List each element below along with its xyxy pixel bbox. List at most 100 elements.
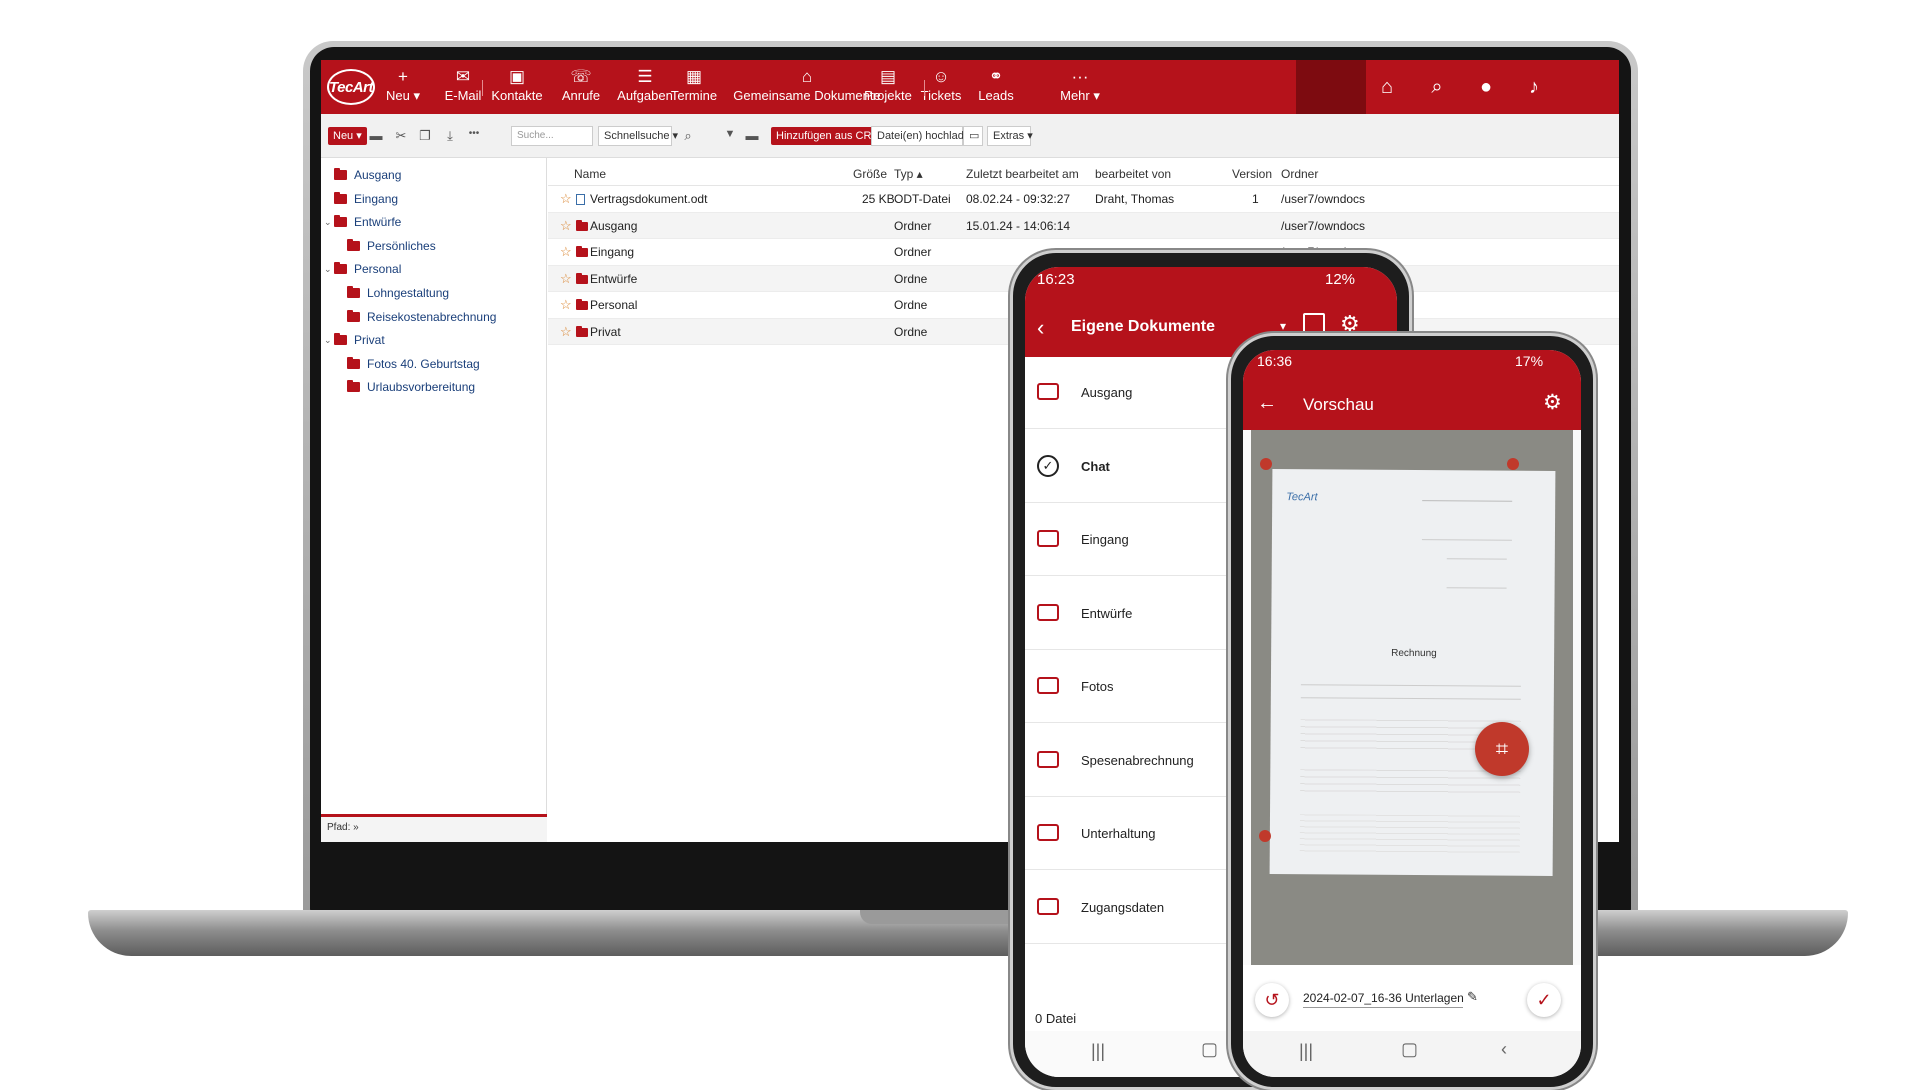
bell-icon[interactable]: ♪ xyxy=(1519,72,1549,102)
nav-item-leads[interactable]: ⚭ Leads xyxy=(966,66,1026,110)
expand-caret-icon[interactable]: ⌄ xyxy=(324,213,332,231)
back-arrow-icon[interactable]: ‹ xyxy=(1037,315,1044,341)
filter-icon[interactable]: ▼ xyxy=(721,128,739,140)
tree-node[interactable]: ⌄ Personal xyxy=(324,260,401,278)
tree-node[interactable]: ⌄ Privat xyxy=(324,331,385,349)
col-editor[interactable]: bearbeitet von xyxy=(1095,167,1171,181)
favorite-star-icon[interactable]: ☆ xyxy=(560,218,572,234)
back-nav-icon[interactable]: ‹ xyxy=(1501,1039,1507,1060)
col-name[interactable]: Name xyxy=(574,167,606,181)
home-button-icon[interactable]: ▢ xyxy=(1401,1039,1418,1060)
new-button[interactable]: Neu ▾ xyxy=(328,127,367,145)
filename-field[interactable]: 2024-02-07_16-36 Unterlagen xyxy=(1303,991,1464,1008)
folder-icon xyxy=(576,246,588,257)
tree-node[interactable]: Eingang xyxy=(334,190,398,208)
recents-icon[interactable]: ||| xyxy=(1299,1041,1313,1062)
expand-caret-icon[interactable]: ⌄ xyxy=(324,260,332,278)
tree-node[interactable]: Reisekostenabrechnung xyxy=(347,308,496,326)
quick-search-dropdown[interactable]: Schnellsuche ▾ xyxy=(598,126,678,146)
crop-handle-bottom-left[interactable] xyxy=(1259,830,1271,842)
favorite-star-icon[interactable]: ☆ xyxy=(560,244,572,260)
col-modified[interactable]: Zuletzt bearbeitet am xyxy=(966,167,1079,181)
folder-upload-icon[interactable]: ▭ xyxy=(963,126,983,146)
tecart-logo[interactable]: TecArt xyxy=(327,69,375,105)
upload-button[interactable]: Datei(en) hochladen xyxy=(871,126,976,146)
nav-item-projekte[interactable]: ▤ Projekte xyxy=(858,66,918,110)
col-size[interactable]: Größe xyxy=(853,167,887,181)
new-folder-icon[interactable]: ▬ xyxy=(367,128,385,143)
search-icon[interactable]: ⌕ xyxy=(679,128,697,144)
more-actions-icon[interactable]: ••• xyxy=(465,128,483,139)
phone2-navbar: ||| ▢ ‹ xyxy=(1243,1031,1581,1077)
search-input[interactable]: Suche... xyxy=(511,126,593,146)
cut-icon[interactable]: ✂ xyxy=(392,128,410,144)
nav-item-mehr[interactable]: ··· Mehr ▾ xyxy=(1050,66,1110,110)
nav-item-termine[interactable]: ▦ Termine xyxy=(664,66,724,110)
document-file-icon xyxy=(576,194,585,205)
phone-list-label: Entwürfe xyxy=(1081,605,1133,621)
nav-item-kontakte[interactable]: ▣ Kontakte xyxy=(481,66,553,110)
rotate-icon[interactable]: ↺ xyxy=(1255,983,1289,1017)
dropdown-caret-icon[interactable]: ▾ xyxy=(1280,319,1286,333)
cell-type: Ordne xyxy=(894,324,928,339)
favorite-star-icon[interactable]: ☆ xyxy=(560,271,572,287)
folder-icon xyxy=(334,333,347,346)
tree-node[interactable]: Fotos 40. Geburtstag xyxy=(347,355,480,373)
nav-item-anrufe[interactable]: ☏ Anrufe xyxy=(553,66,609,110)
cell-editor: Draht, Thomas xyxy=(1095,192,1175,206)
settings-gear-icon[interactable]: ⚙ xyxy=(1543,390,1562,415)
tree-node[interactable]: Lohngestaltung xyxy=(347,284,449,302)
expand-caret-icon[interactable]: ⌄ xyxy=(324,331,332,349)
phone2-appbar: 16:36 17% ← Vorschau ⚙ xyxy=(1243,350,1581,430)
tree-node[interactable]: ⌄ Entwürfe xyxy=(324,213,401,231)
copy-icon[interactable]: ❐ xyxy=(416,128,434,144)
table-row[interactable]: ☆ Ausgang Ordner 15.01.24 - 14:06:14/user7/… xyxy=(548,212,1619,239)
home-icon[interactable]: ⌂ xyxy=(1372,72,1402,102)
cell-version: 1 xyxy=(1252,192,1259,206)
recents-icon[interactable]: ||| xyxy=(1091,1041,1105,1062)
col-type[interactable]: Typ ▴ xyxy=(894,167,923,181)
tree-node-label: Lohngestaltung xyxy=(367,286,450,300)
crop-handle-top-left[interactable] xyxy=(1260,458,1272,470)
nav-item-tickets[interactable]: ☺ Tickets xyxy=(911,66,971,110)
cell-type: Ordner xyxy=(894,218,932,233)
favorite-star-icon[interactable]: ☆ xyxy=(560,297,572,313)
favorite-star-icon[interactable]: ☆ xyxy=(560,191,572,207)
home-button-icon[interactable]: ▢ xyxy=(1201,1039,1218,1060)
nav-item-neu[interactable]: + Neu ▾ xyxy=(373,66,433,110)
cell-name: Vertragsdokument.odt xyxy=(590,192,708,206)
tree-node-label: Fotos 40. Geburtstag xyxy=(367,356,480,371)
edit-pencil-icon[interactable]: ✎ xyxy=(1467,989,1478,1005)
phone-list-label: Spesenabrechnung xyxy=(1081,752,1194,768)
phone1-time: 16:23 xyxy=(1037,271,1075,288)
nav-item-label: Termine xyxy=(670,88,718,103)
phone-list-label: Eingang xyxy=(1081,532,1129,547)
crop-handle-top-right[interactable] xyxy=(1507,458,1519,470)
tree-node[interactable]: Urlaubsvorbereitung xyxy=(347,378,475,396)
search-icon[interactable]: ⌕ xyxy=(1422,72,1452,102)
phone1-file-count: 0 Datei xyxy=(1035,1011,1077,1026)
folder-icon[interactable]: ▬ xyxy=(743,128,761,143)
download-icon[interactable]: ⤓ xyxy=(441,128,459,144)
tree-node[interactable]: Persönliches xyxy=(347,237,436,255)
document-footer xyxy=(1299,814,1521,856)
chat-icon[interactable]: ● xyxy=(1471,72,1501,102)
favorite-star-icon[interactable]: ☆ xyxy=(560,324,572,340)
col-folder[interactable]: Ordner xyxy=(1281,167,1318,181)
phone1-title[interactable]: Eigene Dokumente xyxy=(1071,318,1215,336)
folder-outline-icon xyxy=(1037,530,1059,547)
cell-folder: /user7/owndocs xyxy=(1281,192,1366,206)
tree-node[interactable]: Ausgang xyxy=(334,166,401,184)
cell-name: Privat xyxy=(590,324,621,339)
col-version[interactable]: Version xyxy=(1232,167,1272,181)
toolbar: Neu ▾ ▬ ✂ ❐ ⤓ ••• Suche... Schnellsuche … xyxy=(321,114,1619,158)
nav-item-label: Anrufe xyxy=(561,88,601,103)
folder-icon xyxy=(347,380,360,393)
back-arrow-icon[interactable]: ← xyxy=(1257,392,1277,415)
table-row[interactable]: ☆ Vertragsdokument.odt 25 KB ODT-Datei 08.02… xyxy=(548,186,1619,213)
confirm-check-icon[interactable]: ✓ xyxy=(1527,983,1561,1017)
add-from-crm-button[interactable]: Hinzufügen aus CRM xyxy=(771,127,886,145)
crop-button[interactable]: ⌗ xyxy=(1475,722,1529,776)
extras-dropdown[interactable]: Extras ▾ xyxy=(987,126,1033,146)
feedback-icon[interactable] xyxy=(1303,313,1325,333)
